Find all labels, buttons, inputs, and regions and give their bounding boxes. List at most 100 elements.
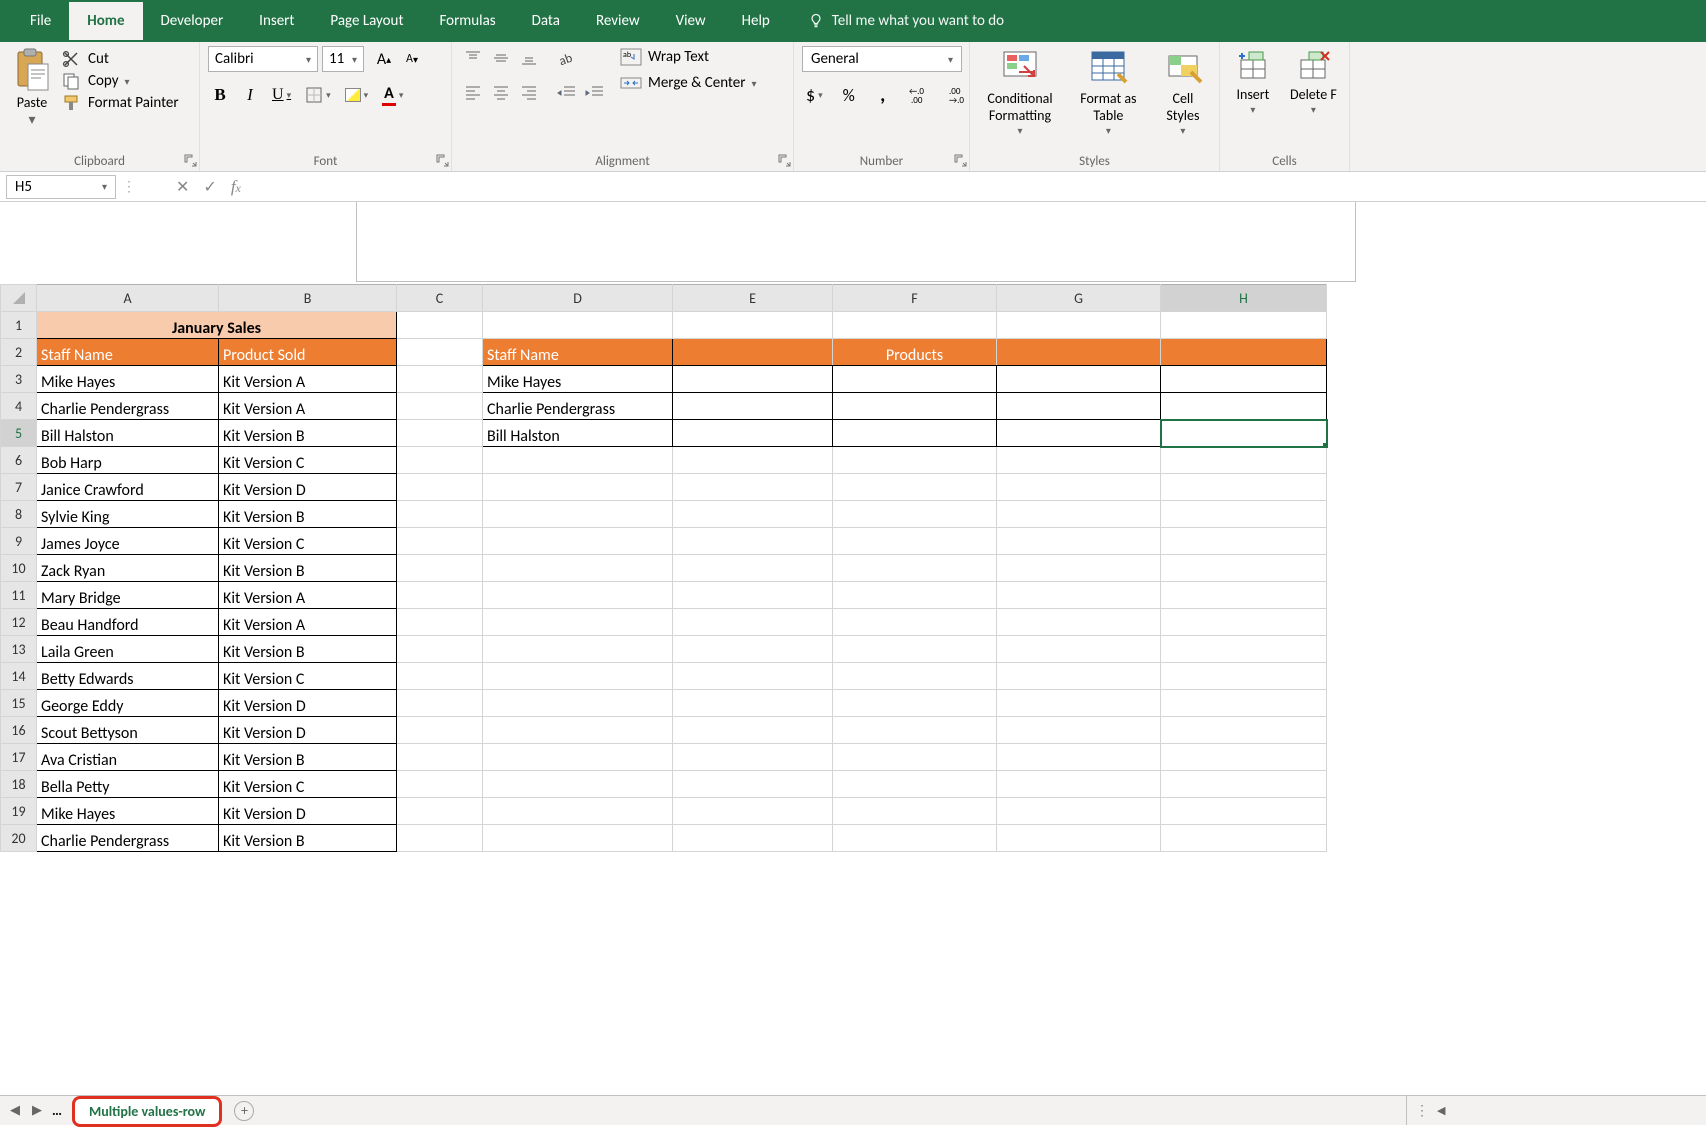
cell-D2[interactable]: Staff Name xyxy=(483,339,673,366)
sheet-nav-next[interactable]: ▶ xyxy=(28,1103,46,1118)
cell-H18[interactable] xyxy=(1161,771,1327,798)
cell-H10[interactable] xyxy=(1161,555,1327,582)
cell-G14[interactable] xyxy=(997,663,1161,690)
cell-H19[interactable] xyxy=(1161,798,1327,825)
cell-F16[interactable] xyxy=(833,717,997,744)
cell-C14[interactable] xyxy=(397,663,483,690)
cell-G12[interactable] xyxy=(997,609,1161,636)
align-middle-button[interactable] xyxy=(488,46,514,70)
row-header-2[interactable]: 2 xyxy=(1,339,37,366)
cell-B14[interactable]: Kit Version C xyxy=(219,663,397,690)
cell-A13[interactable]: Laila Green xyxy=(37,636,219,663)
cell-C16[interactable] xyxy=(397,717,483,744)
cell-F1[interactable] xyxy=(833,312,997,339)
cell-D12[interactable] xyxy=(483,609,673,636)
cell-F6[interactable] xyxy=(833,447,997,474)
cell-E9[interactable] xyxy=(673,528,833,555)
alignment-dialog-launcher[interactable] xyxy=(777,153,791,167)
cell-A1[interactable]: January Sales xyxy=(37,312,397,339)
cell-D5[interactable]: Bill Halston xyxy=(483,420,673,447)
row-header-8[interactable]: 8 xyxy=(1,501,37,528)
cell-A6[interactable]: Bob Harp xyxy=(37,447,219,474)
cell-G20[interactable] xyxy=(997,825,1161,852)
cell-H1[interactable] xyxy=(1161,312,1327,339)
sheet-nav-prev[interactable]: ◀ xyxy=(6,1103,24,1118)
cell-A3[interactable]: Mike Hayes xyxy=(37,366,219,393)
cell-B19[interactable]: Kit Version D xyxy=(219,798,397,825)
cell-G9[interactable] xyxy=(997,528,1161,555)
cell-A14[interactable]: Betty Edwards xyxy=(37,663,219,690)
cell-A8[interactable]: Sylvie King xyxy=(37,501,219,528)
cell-A17[interactable]: Ava Cristian xyxy=(37,744,219,771)
decrease-indent-button[interactable] xyxy=(554,80,580,104)
cell-D15[interactable] xyxy=(483,690,673,717)
row-header-12[interactable]: 12 xyxy=(1,609,37,636)
delete-cells-button[interactable]: Delete F▾ xyxy=(1286,46,1341,118)
cell-G18[interactable] xyxy=(997,771,1161,798)
cell-A12[interactable]: Beau Handford xyxy=(37,609,219,636)
italic-button[interactable]: I xyxy=(238,82,262,108)
cell-D9[interactable] xyxy=(483,528,673,555)
cell-H5[interactable] xyxy=(1161,420,1327,447)
tab-view[interactable]: View xyxy=(658,2,724,40)
cell-F5[interactable] xyxy=(833,420,997,447)
cell-E8[interactable] xyxy=(673,501,833,528)
cell-A19[interactable]: Mike Hayes xyxy=(37,798,219,825)
cell-A16[interactable]: Scout Bettyson xyxy=(37,717,219,744)
cell-E2[interactable] xyxy=(673,339,833,366)
cell-D3[interactable]: Mike Hayes xyxy=(483,366,673,393)
cell-F13[interactable] xyxy=(833,636,997,663)
cell-G17[interactable] xyxy=(997,744,1161,771)
cell-F7[interactable] xyxy=(833,474,997,501)
tab-data[interactable]: Data xyxy=(514,2,578,40)
select-all-corner[interactable] xyxy=(1,285,37,312)
cell-F9[interactable] xyxy=(833,528,997,555)
row-header-16[interactable]: 16 xyxy=(1,717,37,744)
cell-H3[interactable] xyxy=(1161,366,1327,393)
cell-F4[interactable] xyxy=(833,393,997,420)
fill-color-button[interactable] xyxy=(341,82,373,108)
merge-center-button[interactable]: Merge & Center ▾ xyxy=(620,74,757,92)
cell-E19[interactable] xyxy=(673,798,833,825)
cell-H11[interactable] xyxy=(1161,582,1327,609)
cell-F2[interactable]: Products xyxy=(833,339,997,366)
cell-H17[interactable] xyxy=(1161,744,1327,771)
font-dialog-launcher[interactable] xyxy=(435,153,449,167)
column-header-D[interactable]: D xyxy=(483,285,673,312)
align-left-button[interactable] xyxy=(460,80,486,104)
cell-E1[interactable] xyxy=(673,312,833,339)
cell-E11[interactable] xyxy=(673,582,833,609)
cancel-formula-button[interactable]: ✕ xyxy=(176,177,189,197)
cell-E5[interactable] xyxy=(673,420,833,447)
cell-D16[interactable] xyxy=(483,717,673,744)
name-box[interactable]: H5▾ xyxy=(6,175,116,199)
cell-E3[interactable] xyxy=(673,366,833,393)
bold-button[interactable]: B xyxy=(208,82,232,108)
spreadsheet-grid[interactable]: ABCDEFGH1January Sales2Staff NameProduct… xyxy=(0,284,1706,852)
cell-F17[interactable] xyxy=(833,744,997,771)
cell-C1[interactable] xyxy=(397,312,483,339)
cell-E4[interactable] xyxy=(673,393,833,420)
tab-page-layout[interactable]: Page Layout xyxy=(312,2,421,40)
cell-C7[interactable] xyxy=(397,474,483,501)
cell-H2[interactable] xyxy=(1161,339,1327,366)
percent-format-button[interactable]: % xyxy=(837,82,861,108)
clipboard-dialog-launcher[interactable] xyxy=(183,153,197,167)
cell-A18[interactable]: Bella Petty xyxy=(37,771,219,798)
cell-F15[interactable] xyxy=(833,690,997,717)
column-header-G[interactable]: G xyxy=(997,285,1161,312)
horizontal-scroll-left[interactable]: ◀ xyxy=(1437,1104,1445,1117)
column-header-A[interactable]: A xyxy=(37,285,219,312)
row-header-15[interactable]: 15 xyxy=(1,690,37,717)
cell-F8[interactable] xyxy=(833,501,997,528)
conditional-formatting-button[interactable]: Conditional Formatting▾ xyxy=(978,46,1062,139)
cell-B15[interactable]: Kit Version D xyxy=(219,690,397,717)
formula-input[interactable] xyxy=(255,172,1706,201)
cell-E18[interactable] xyxy=(673,771,833,798)
align-center-button[interactable] xyxy=(488,80,514,104)
row-header-14[interactable]: 14 xyxy=(1,663,37,690)
cell-G4[interactable] xyxy=(997,393,1161,420)
row-header-9[interactable]: 9 xyxy=(1,528,37,555)
row-header-7[interactable]: 7 xyxy=(1,474,37,501)
cell-B9[interactable]: Kit Version C xyxy=(219,528,397,555)
